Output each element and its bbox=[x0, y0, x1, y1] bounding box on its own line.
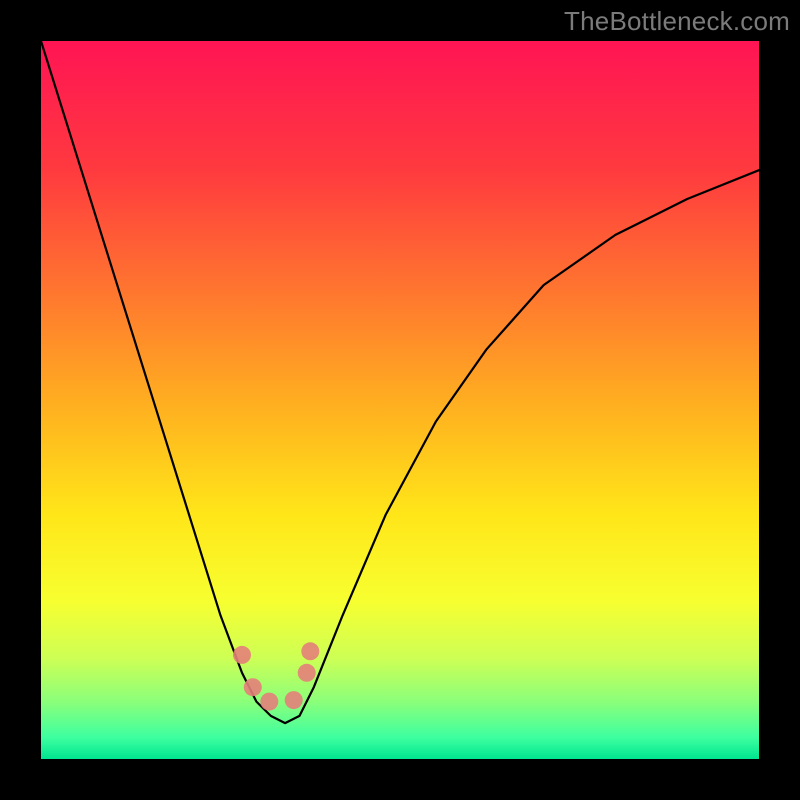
plot-area bbox=[41, 41, 759, 759]
plot-svg bbox=[41, 41, 759, 759]
marker-dot bbox=[285, 691, 303, 709]
marker-dot bbox=[244, 678, 262, 696]
chart-frame: TheBottleneck.com bbox=[0, 0, 800, 800]
gradient-background bbox=[41, 41, 759, 759]
marker-dot bbox=[260, 693, 278, 711]
marker-dot bbox=[233, 646, 251, 664]
marker-dot bbox=[301, 642, 319, 660]
marker-dot bbox=[298, 664, 316, 682]
watermark-text: TheBottleneck.com bbox=[564, 6, 790, 37]
